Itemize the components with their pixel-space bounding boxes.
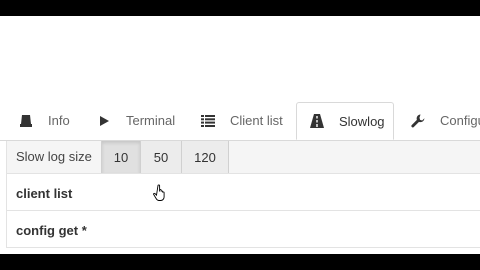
slowlog-entry: client list: [7, 174, 480, 211]
size-button-10[interactable]: 10: [101, 141, 140, 173]
video-frame: Info Terminal Client list Slowlog Config…: [0, 0, 480, 270]
tab-configuration-label: Configu: [440, 113, 480, 128]
tab-client-list[interactable]: Client list: [200, 102, 283, 139]
road-icon: [309, 113, 325, 129]
size-button-50-label: 50: [153, 149, 169, 165]
tab-terminal[interactable]: Terminal: [96, 102, 175, 139]
slowlog-entry-command: config get *: [16, 223, 87, 238]
tab-slowlog[interactable]: Slowlog: [296, 102, 394, 140]
tab-client-list-label: Client list: [230, 113, 283, 128]
list-icon: [200, 113, 216, 129]
letterbox-bottom: [0, 254, 480, 270]
slowlog-entry: config get *: [7, 211, 480, 248]
play-icon: [96, 113, 112, 129]
hand-pointer-cursor-icon: [153, 184, 169, 202]
size-button-10-label: 10: [113, 149, 129, 165]
slowlog-size-row: Slow log size 10 50 120: [7, 141, 480, 174]
size-button-120-label: 120: [194, 149, 216, 165]
tab-slowlog-label: Slowlog: [339, 113, 385, 129]
tab-terminal-label: Terminal: [126, 113, 176, 128]
tab-bar: Info Terminal Client list Slowlog Config: [0, 102, 480, 141]
size-button-50[interactable]: 50: [140, 141, 181, 173]
slowlog-entry-command: client list: [16, 186, 73, 201]
wrench-icon: [410, 113, 426, 129]
app-content: Info Terminal Client list Slowlog Config…: [0, 16, 480, 254]
slowlog-size-label: Slow log size: [16, 149, 92, 164]
tab-info-label: Info: [48, 113, 70, 128]
size-button-120[interactable]: 120: [181, 141, 229, 173]
database-icon: [18, 113, 34, 129]
tab-info[interactable]: Info: [18, 102, 70, 139]
slowlog-panel: Slow log size 10 50 120 client list conf…: [6, 141, 480, 248]
letterbox-top: [0, 0, 480, 16]
tab-configuration[interactable]: Configu: [410, 102, 480, 139]
